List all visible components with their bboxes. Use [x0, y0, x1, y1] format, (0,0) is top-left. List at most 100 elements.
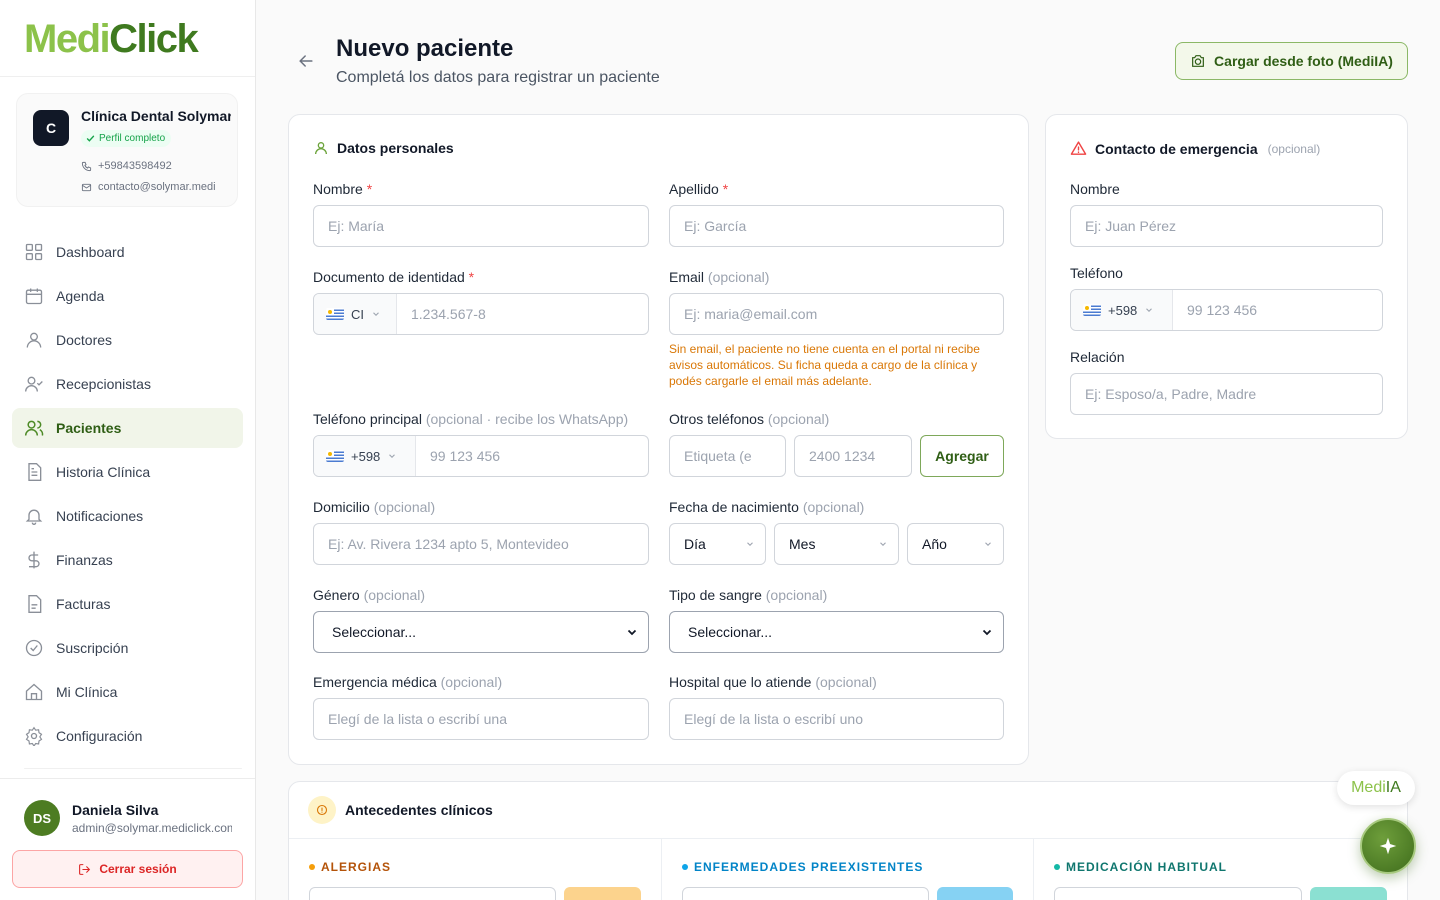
- sidebar-item-dashboard[interactable]: Dashboard: [12, 232, 243, 272]
- sidebar-item-mi-clinica[interactable]: Mi Clínica: [12, 672, 243, 712]
- phone-tag-input[interactable]: Etiqueta (e: [669, 435, 786, 477]
- hospital-input[interactable]: Elegí de la lista o escribí uno: [669, 698, 1004, 740]
- page-title: Nuevo paciente: [336, 35, 514, 62]
- alert-triangle-icon: [1070, 141, 1087, 155]
- load-from-photo-button[interactable]: Cargar desde foto (MediIA): [1175, 42, 1408, 80]
- logout-button[interactable]: Cerrar sesión: [12, 850, 243, 888]
- dollar-icon: [28, 551, 40, 569]
- sidebar-item-notificaciones[interactable]: Notificaciones: [12, 496, 243, 536]
- sidebar-item-historia-clinica[interactable]: Historia Clínica: [12, 452, 243, 492]
- allergy-input[interactable]: [309, 887, 556, 900]
- divider: [289, 838, 1407, 839]
- country-code-select[interactable]: +598: [314, 436, 416, 476]
- assistant-label[interactable]: Medi IA: [1337, 771, 1415, 805]
- add-allergy-button[interactable]: [564, 887, 641, 900]
- sidebar-item-finanzas[interactable]: Finanzas: [12, 540, 243, 580]
- clinic-email: contacto@solymar.medi: [81, 181, 237, 193]
- genero-select[interactable]: Seleccionar...: [313, 611, 649, 653]
- gear-icon: [25, 726, 43, 746]
- mail-icon: [81, 183, 92, 191]
- column-divider: [661, 838, 662, 900]
- chevron-down-icon: [880, 542, 886, 547]
- document-type-select[interactable]: CI: [314, 294, 397, 334]
- domicilio-input[interactable]: Ej: Av. Rivera 1234 apto 5, Montevideo: [313, 523, 649, 565]
- invoice-icon: [28, 595, 42, 613]
- clinic-name: Clínica Dental Solymar: [81, 108, 231, 124]
- emergencia-medica-label: Emergencia médica (opcional): [313, 674, 503, 690]
- otros-telefonos-label: Otros teléfonos (opcional): [669, 411, 830, 427]
- clinic-phone: +59843598492: [81, 160, 237, 172]
- bell-icon: [25, 509, 43, 525]
- sidebar-item-facturas[interactable]: Facturas: [12, 584, 243, 624]
- sidebar-item-agenda[interactable]: Agenda: [12, 276, 243, 316]
- app-logo[interactable]: MediClick: [24, 18, 199, 60]
- back-arrow-icon[interactable]: [296, 51, 316, 71]
- personal-data-heading: Datos personales: [313, 140, 454, 156]
- email-warning: Sin email, el paciente no tiene cuenta e…: [669, 342, 980, 388]
- alert-circle-icon: [308, 796, 336, 824]
- chevron-down-icon: [982, 629, 992, 636]
- column-divider: [1033, 838, 1034, 900]
- genero-label: Género (opcional): [313, 587, 426, 603]
- sangre-label: Tipo de sangre (opcional): [669, 587, 828, 603]
- user-check-icon: [25, 376, 43, 392]
- relation-input[interactable]: Ej: Esposo/a, Padre, Madre: [1070, 373, 1383, 415]
- profile-status-badge: Perfil completo: [81, 130, 172, 147]
- hospital-label: Hospital que lo atiende (opcional): [669, 674, 877, 690]
- telefono-label: Teléfono principal (opcional · recibe lo…: [313, 411, 629, 427]
- birth-month-select[interactable]: Mes: [774, 523, 899, 565]
- birth-year-select[interactable]: Año: [907, 523, 1004, 565]
- medication-input[interactable]: [1054, 887, 1302, 900]
- apellido-input[interactable]: Ej: García: [669, 205, 1004, 247]
- country-code-select[interactable]: +598: [1071, 290, 1173, 330]
- documento-label: Documento de identidad *: [313, 269, 475, 285]
- check-icon: [86, 135, 95, 142]
- home-icon: [25, 683, 43, 701]
- clinic-avatar: C: [33, 110, 69, 146]
- apellido-label: Apellido *: [669, 181, 729, 197]
- add-disease-button[interactable]: [937, 887, 1013, 900]
- users-icon: [24, 420, 44, 436]
- add-phone-button[interactable]: Agregar: [920, 435, 1004, 477]
- emergencia-medica-input[interactable]: Elegí de la lista o escribí una: [313, 698, 649, 740]
- add-medication-button[interactable]: [1310, 887, 1387, 900]
- avatar[interactable]: DS: [24, 800, 60, 836]
- uruguay-flag-icon: [326, 308, 344, 320]
- email-input[interactable]: Ej: maria@email.com: [669, 293, 1004, 335]
- preexisting-diseases-heading: ENFERMEDADES PREEXISTENTES: [682, 860, 923, 874]
- emergency-contact-heading: Contacto de emergencia (opcional): [1070, 140, 1320, 157]
- allergies-heading: ALERGIAS: [309, 860, 391, 874]
- divider: [0, 76, 255, 77]
- calendar-icon: [25, 288, 43, 305]
- sidebar-item-configuracion[interactable]: Configuración: [12, 716, 243, 756]
- disease-input[interactable]: [682, 887, 929, 900]
- sidebar-item-doctores[interactable]: Doctores: [12, 320, 243, 360]
- uruguay-flag-icon: [1083, 304, 1101, 316]
- relation-label: Relación: [1070, 349, 1125, 365]
- dashboard-icon: [25, 243, 43, 261]
- contact-phone-input[interactable]: 99 123 456: [1173, 290, 1257, 330]
- user-name: Daniela Silva: [72, 802, 159, 818]
- documento-input[interactable]: 1.234.567-8: [397, 294, 486, 334]
- sidebar-nav: Dashboard Agenda Doctores Recepcionistas…: [12, 232, 243, 760]
- domicilio-label: Domicilio (opcional): [313, 499, 436, 515]
- sidebar-item-suscripcion[interactable]: Suscripción: [12, 628, 243, 668]
- clinic-card[interactable]: C Clínica Dental Solymar Perfil completo…: [16, 93, 238, 207]
- nombre-input[interactable]: Ej: María: [313, 205, 649, 247]
- contact-phone-field: +598 99 123 456: [1070, 289, 1383, 331]
- badge-check-icon: [25, 639, 43, 657]
- contact-name-input[interactable]: Ej: Juan Pérez: [1070, 205, 1383, 247]
- other-phone-input[interactable]: 2400 1234: [794, 435, 912, 477]
- assistant-fab-button[interactable]: [1360, 818, 1416, 874]
- nombre-label: Nombre *: [313, 181, 373, 197]
- telefono-field: +598 99 123 456: [313, 435, 649, 477]
- chevron-down-icon: [985, 542, 991, 547]
- blood-type-select[interactable]: Seleccionar...: [669, 611, 1004, 653]
- telefono-input[interactable]: 99 123 456: [416, 436, 500, 476]
- sidebar-item-recepcionistas[interactable]: Recepcionistas: [12, 364, 243, 404]
- camera-icon: [1192, 55, 1204, 67]
- birth-day-select[interactable]: Día: [669, 523, 766, 565]
- page-subtitle: Completá los datos para registrar un pac…: [336, 69, 660, 86]
- contact-phone-label: Teléfono: [1070, 265, 1123, 281]
- sidebar-item-pacientes[interactable]: Pacientes: [12, 408, 243, 448]
